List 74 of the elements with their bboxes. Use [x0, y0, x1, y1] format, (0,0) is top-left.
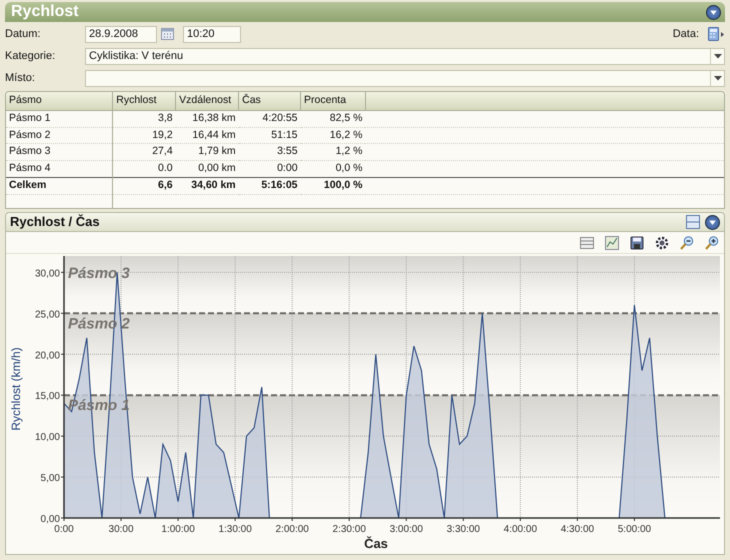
zoom-in-button[interactable]: [704, 234, 720, 250]
table-cell: Celkem: [6, 177, 113, 194]
table-cell: 3:55: [238, 144, 301, 160]
column-header[interactable]: Procenta: [300, 92, 366, 110]
caret-icon: [714, 76, 722, 80]
axis-tick-label: 0,00: [40, 514, 60, 525]
axis-tick-label: 0:00: [54, 524, 74, 535]
field-label: Místo:: [5, 70, 36, 86]
field-label: Kategorie:: [5, 48, 56, 64]
axis-tick-label: 4:00:00: [504, 524, 538, 535]
save-button[interactable]: [629, 234, 645, 250]
table-cell: 0.0: [112, 160, 176, 178]
table-cell: 27,4: [112, 144, 176, 160]
calendar-button[interactable]: [161, 27, 175, 41]
chart-view-button[interactable]: [604, 234, 620, 250]
table-cell: Pásmo 3: [6, 144, 113, 160]
axis-tick-label: 3:30:00: [446, 524, 480, 535]
axis-tick-label: 3:00:00: [390, 524, 423, 535]
y-axis-title: Rychlost (km/h): [9, 347, 23, 431]
collapse-button[interactable]: [706, 4, 721, 20]
table-cell: 100,0 %: [300, 177, 366, 194]
table-cell: 0,00 km: [176, 160, 239, 178]
table-cell: 16,2 %: [300, 127, 366, 144]
data-menu-button[interactable]: [707, 26, 725, 42]
table-cell: 19,2: [112, 127, 176, 144]
column-header[interactable]: Vzdálenost: [176, 92, 239, 110]
axis-tick-label: 10,00: [34, 432, 60, 444]
table-cell: Pásmo 1: [6, 110, 113, 127]
table-cell: 3,8: [112, 110, 176, 127]
table-view-button[interactable]: [579, 234, 595, 250]
zoom-out-button[interactable]: [679, 234, 695, 250]
table-cell: 1,79 km: [176, 144, 239, 160]
field-label: Datum:: [5, 26, 42, 42]
axis-tick-label: 1:00:00: [161, 524, 195, 535]
table-cell: 1,2 %: [300, 144, 366, 160]
settings-button[interactable]: [654, 234, 670, 250]
axis-tick-label: 4:30:00: [560, 524, 594, 535]
axis-tick-label: 30:00: [108, 524, 134, 535]
zone-label: Pásmo 3: [68, 265, 130, 282]
axis-tick-label: 5:00:00: [618, 524, 652, 535]
axis-tick-label: 20,00: [34, 350, 60, 362]
table-cell: 5:16:05: [238, 177, 301, 194]
dropdown-field[interactable]: Cyklistika: V terénu: [85, 48, 725, 64]
axis-tick-label: 1:30:00: [218, 524, 252, 535]
axis-tick-label: 30,00: [34, 268, 60, 280]
table-cell: 16,38 km: [176, 110, 239, 127]
column-header[interactable]: Čas: [238, 92, 301, 110]
axis-tick-label: 5,00: [40, 473, 60, 484]
table-cell: 34,60 km: [176, 177, 239, 194]
time-field[interactable]: 10:20: [183, 26, 241, 42]
table-cell: 6,6: [112, 177, 176, 194]
axis-tick-label: 2:00:00: [275, 524, 309, 535]
x-axis-title: Čas: [364, 536, 388, 551]
axis-tick-label: 25,00: [34, 309, 60, 320]
column-header[interactable]: Rychlost: [112, 92, 176, 110]
caret-icon: [714, 54, 722, 58]
table-cell: 82,5 %: [300, 110, 366, 127]
table-cell: 51:15: [238, 127, 301, 144]
dropdown-field[interactable]: [85, 70, 725, 86]
table-cell: 16,44 km: [176, 127, 239, 144]
field-label: Data:: [672, 26, 699, 42]
layout-button[interactable]: [685, 214, 701, 230]
chart-panel-title: Rychlost / Čas: [10, 213, 100, 232]
table-cell: Pásmo 4: [6, 160, 113, 178]
date-field[interactable]: 28.9.2008: [85, 26, 157, 42]
axis-tick-label: 15,00: [34, 391, 60, 402]
table-cell: Pásmo 2: [6, 127, 113, 144]
table-cell: 0:00: [238, 160, 301, 178]
axis-tick-label: 2:30:00: [332, 524, 366, 535]
panel-title: Rychlost: [11, 3, 79, 21]
column-header[interactable]: Pásmo: [6, 92, 113, 110]
table-cell: 4:20:55: [238, 110, 301, 127]
collapse-button[interactable]: [705, 214, 720, 230]
table-cell: 0,0 %: [300, 160, 366, 178]
